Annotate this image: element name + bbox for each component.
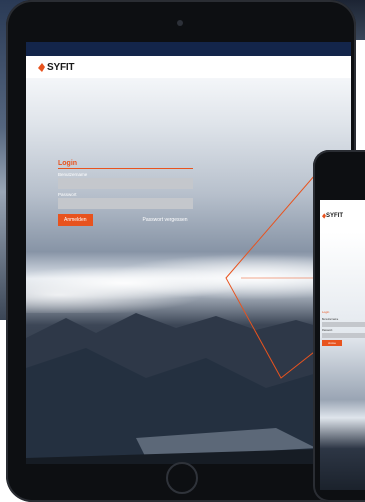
username-label: Benutzername	[58, 172, 88, 177]
brand-name: SYFIT	[47, 61, 75, 73]
forgot-password-link[interactable]: Passwort vergessen	[143, 217, 188, 223]
phone-login-title: Login	[322, 310, 330, 314]
password-label: Passwort	[58, 192, 77, 197]
top-bar	[26, 42, 351, 56]
brand-logo[interactable]: SYFIT	[38, 61, 75, 73]
phone-password-field[interactable]	[322, 333, 365, 338]
login-title: Login	[58, 160, 193, 169]
phone-brand-name: SYFIT	[326, 213, 344, 219]
login-button[interactable]: Anmelden	[58, 214, 93, 226]
password-field[interactable]	[58, 198, 193, 209]
mountain-background	[26, 78, 351, 464]
phone-device: SYFIT Login Benutzername Passwort Anme	[313, 150, 365, 502]
decorative-line	[225, 167, 351, 379]
phone-username-field[interactable]	[322, 322, 365, 327]
username-field[interactable]	[58, 178, 193, 189]
phone-header: SYFIT	[320, 200, 365, 232]
phone-password-label: Passwort	[322, 329, 333, 332]
phone-screen: SYFIT Login Benutzername Passwort Anme	[320, 200, 365, 490]
home-button[interactable]	[166, 462, 198, 494]
phone-login-button[interactable]: Anme	[322, 340, 342, 346]
phone-username-label: Benutzername	[322, 318, 339, 321]
login-form: Login Benutzername Passwort Anmelden Pas…	[58, 160, 198, 226]
flame-icon	[38, 62, 45, 72]
site-header: SYFIT	[26, 56, 351, 78]
tablet-screen: SYFIT Login Benutzername Passwort Anmeld…	[26, 42, 351, 464]
phone-background	[320, 232, 365, 490]
camera-icon	[177, 20, 183, 26]
phone-brand-logo[interactable]: SYFIT	[322, 213, 343, 219]
tablet-device: SYFIT Login Benutzername Passwort Anmeld…	[6, 0, 356, 502]
